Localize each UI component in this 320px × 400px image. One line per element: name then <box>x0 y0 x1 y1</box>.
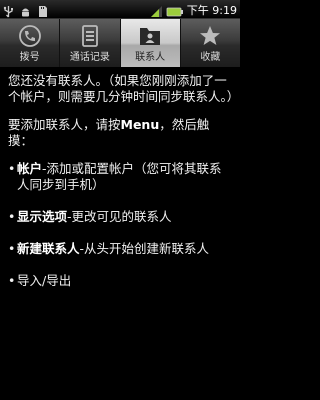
status-bar: 下午 9:19 <box>0 0 240 19</box>
sd-card-icon <box>36 3 49 17</box>
list-item-accounts: • 帐户-添加或配置帐户（您可将其联系人同步到手机） <box>8 161 234 193</box>
tab-dialer[interactable]: 拨号 <box>0 19 61 67</box>
list-item-import-export: • 导入/导出 <box>8 273 234 289</box>
bullet-icon: • <box>8 241 16 256</box>
bullet-icon: • <box>8 209 16 224</box>
item-description: -从头开始创建新联系人 <box>79 241 210 256</box>
usb-icon <box>2 3 15 18</box>
tab-contacts-label: 联系人 <box>135 52 166 63</box>
list-item-new-contact: • 新建联系人-从头开始创建新联系人 <box>8 241 234 257</box>
menu-key-label: Menu <box>120 117 160 132</box>
item-description: -添加或配置帐户（您可将其联系人同步到手机） <box>17 161 222 192</box>
status-system-icons: 下午 9:19 <box>150 1 237 18</box>
signal-icon <box>150 3 163 17</box>
battery-icon <box>166 3 184 17</box>
tab-favorites-label: 收藏 <box>200 52 221 63</box>
star-icon <box>197 24 223 48</box>
phone-icon <box>17 24 43 48</box>
bullet-icon: • <box>8 161 16 176</box>
item-title: 帐户 <box>17 161 43 176</box>
bullet-icon: • <box>8 273 16 288</box>
call-log-icon <box>77 24 103 48</box>
empty-contacts-message: 您还没有联系人。（如果您刚刚添加了一个帐户，则需要几分钟时间同步联系人。） 要添… <box>0 67 240 400</box>
item-title: 新建联系人 <box>17 241 80 256</box>
android-debug-icon <box>19 3 32 17</box>
add-contact-instruction: 要添加联系人，请按Menu，然后触摸： <box>8 117 234 149</box>
instruction-prefix: 要添加联系人，请按 <box>8 117 121 132</box>
status-time: 下午 9:19 <box>186 3 237 17</box>
status-notification-icons <box>2 2 49 18</box>
item-title: 导入/导出 <box>17 273 72 288</box>
tab-bar: 拨号 通话记录 联系人 收藏 <box>0 19 240 67</box>
tab-call-log-label: 通话记录 <box>69 52 110 63</box>
item-title: 显示选项 <box>17 209 68 224</box>
item-description: -更改可见的联系人 <box>67 209 172 224</box>
tab-call-log[interactable]: 通话记录 <box>60 19 121 67</box>
contacts-icon <box>137 24 163 48</box>
tab-dialer-label: 拨号 <box>19 52 40 63</box>
tab-contacts[interactable]: 联系人 <box>120 19 181 67</box>
empty-intro-text: 您还没有联系人。（如果您刚刚添加了一个帐户，则需要几分钟时间同步联系人。） <box>8 73 240 104</box>
tab-favorites[interactable]: 收藏 <box>180 19 240 67</box>
list-item-display-options: • 显示选项-更改可见的联系人 <box>8 209 234 225</box>
